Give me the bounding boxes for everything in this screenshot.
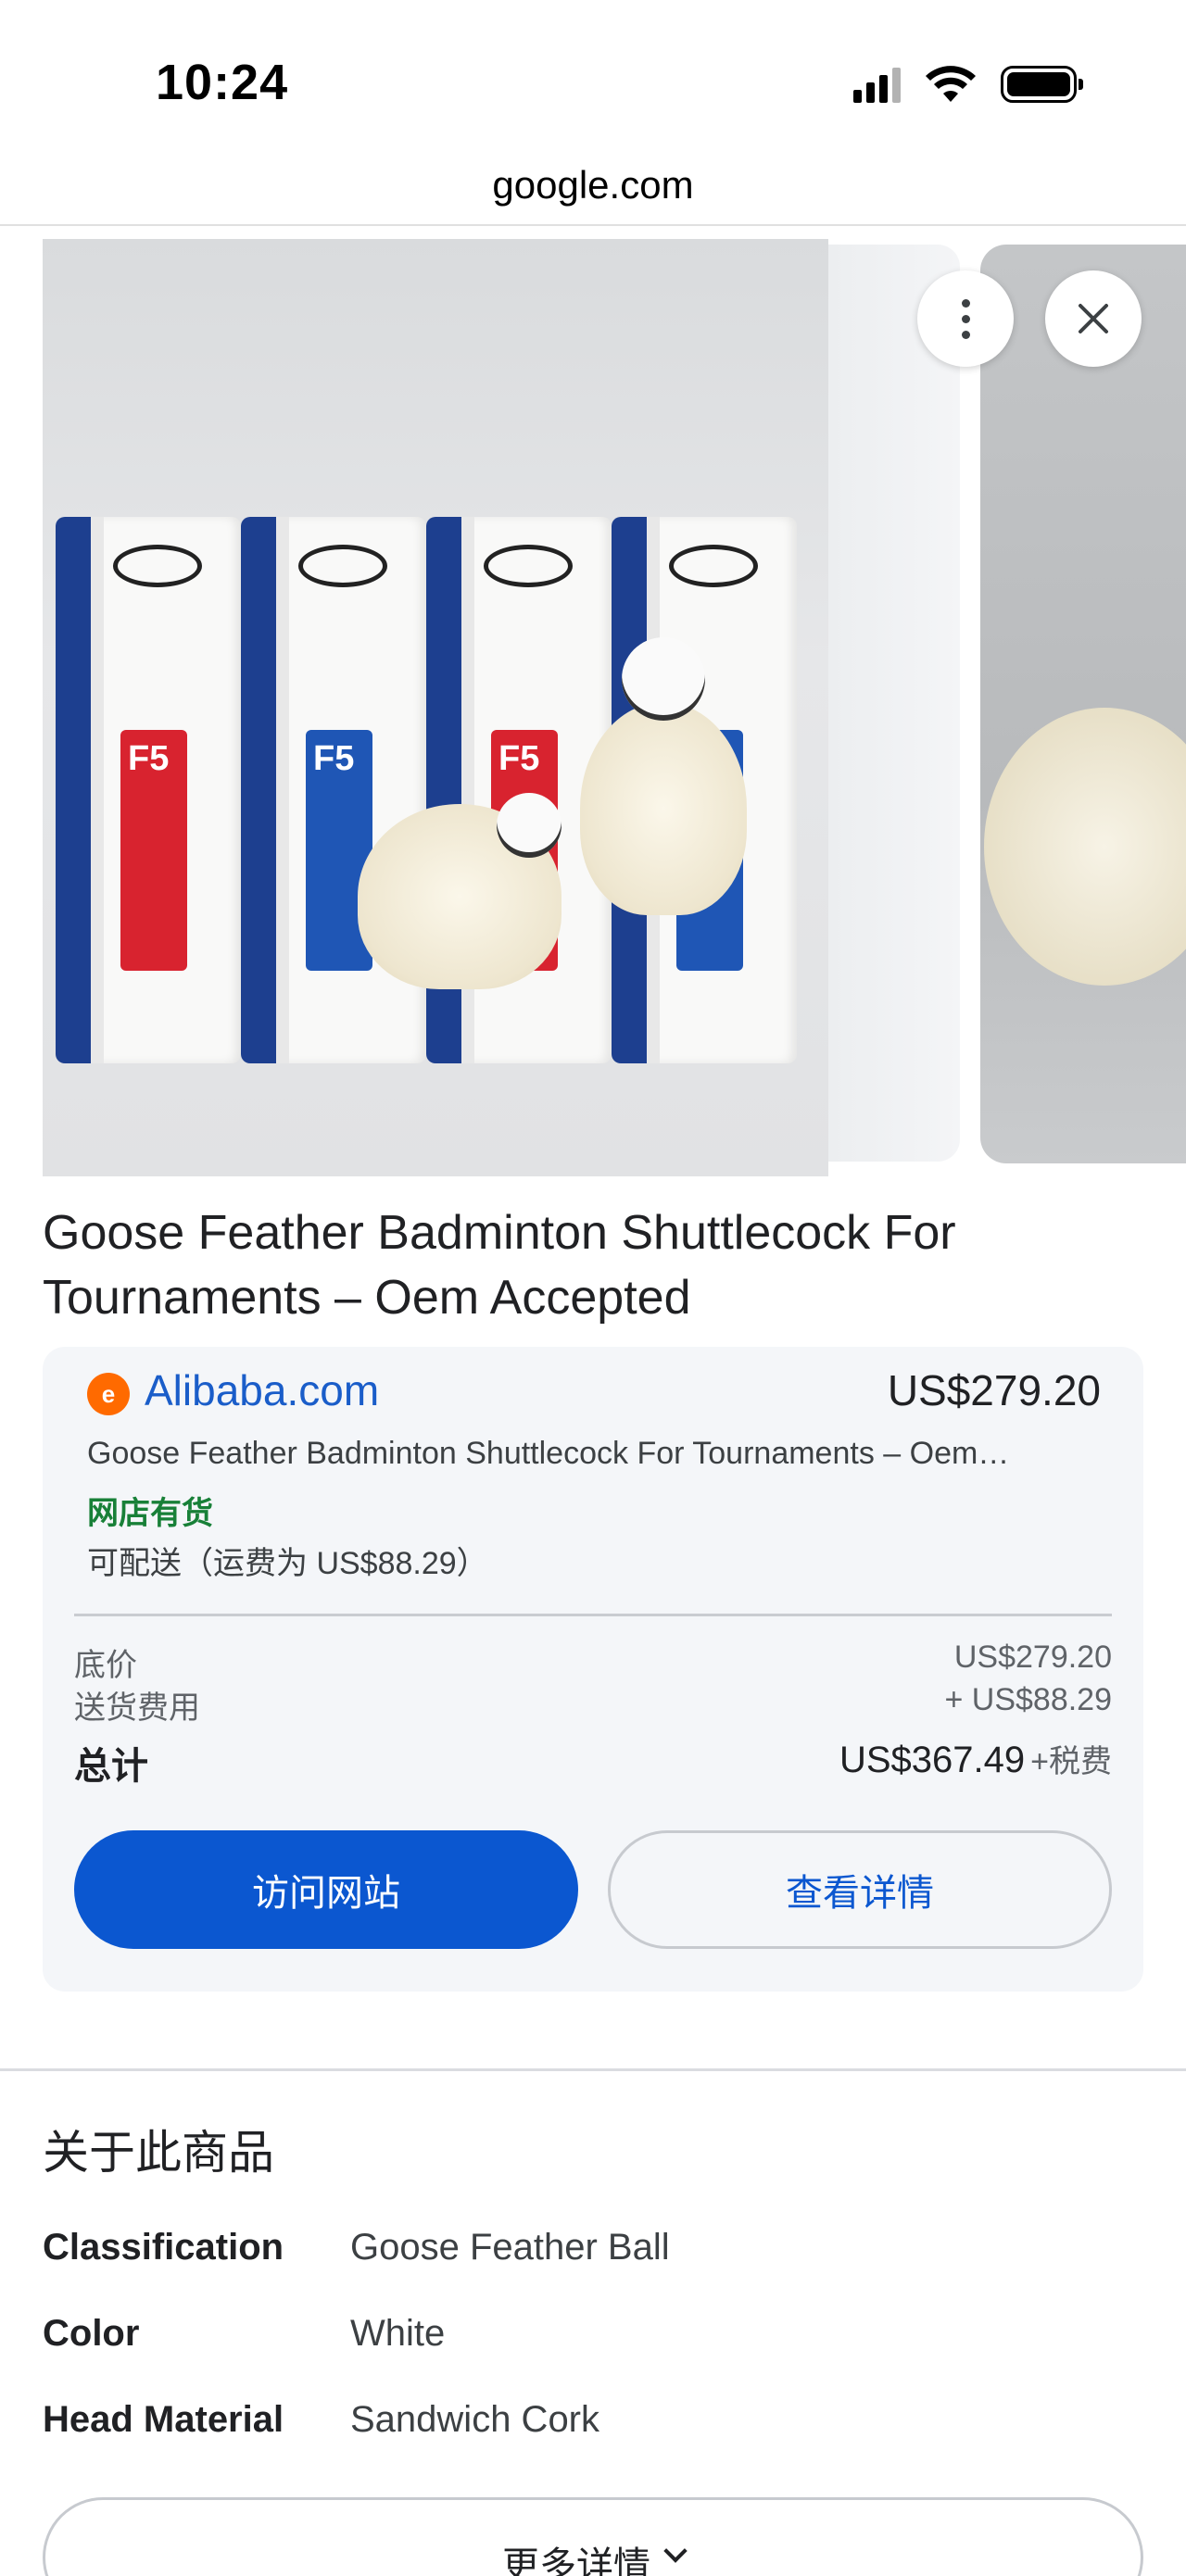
spec-value: Goose Feather Ball bbox=[350, 2227, 670, 2268]
merchant-link[interactable]: Alibaba.com bbox=[145, 1365, 379, 1415]
offer-description: Goose Feather Badminton Shuttlecock For … bbox=[87, 1436, 1010, 1471]
base-price-label: 底价 bbox=[74, 1648, 137, 1683]
header-divider bbox=[0, 224, 1186, 226]
battery-icon bbox=[1001, 66, 1083, 103]
shipping-cost-label: 送货费用 bbox=[74, 1690, 200, 1726]
product-title: Goose Feather Badminton Shuttlecock For … bbox=[43, 1206, 956, 1325]
shipping-info: 可配送（运费为 US$88.29） bbox=[87, 1546, 488, 1581]
stock-status: 网店有货 bbox=[87, 1496, 213, 1531]
spec-row: Color White bbox=[43, 2313, 1145, 2369]
adjacent-image-ghost bbox=[828, 245, 960, 1162]
spec-key: Color bbox=[43, 2313, 140, 2354]
signal-icon bbox=[853, 66, 901, 103]
about-heading: 关于此商品 bbox=[43, 2127, 274, 2179]
product-image[interactable]: F5 F5 F5 bbox=[43, 239, 828, 1176]
tube-label: F5 bbox=[128, 739, 170, 778]
status-time: 10:24 bbox=[156, 55, 289, 110]
card-divider bbox=[74, 1614, 1112, 1616]
offer-card: e Alibaba.com US$279.20 Goose Feather Ba… bbox=[43, 1347, 1143, 1992]
shuttlecock bbox=[571, 637, 756, 915]
total-value-group: US$367.49 +税费 bbox=[839, 1736, 1112, 1781]
spec-row: Head Material Sandwich Cork bbox=[43, 2399, 1145, 2455]
status-icons bbox=[853, 65, 1083, 104]
view-details-button[interactable]: 查看详情 bbox=[608, 1830, 1112, 1949]
base-price-value: US$279.20 bbox=[953, 1640, 1112, 1675]
more-vert-icon bbox=[961, 298, 970, 339]
spec-value: Sandwich Cork bbox=[350, 2399, 600, 2440]
chevron-down-icon bbox=[663, 2539, 688, 2563]
tube-label: F5 bbox=[313, 739, 355, 778]
tube-label: F5 bbox=[498, 739, 540, 778]
spec-value: White bbox=[350, 2313, 446, 2354]
total-label: 总计 bbox=[74, 1746, 148, 1787]
spec-row: Classification Goose Feather Ball bbox=[43, 2227, 1145, 2282]
more-options-button[interactable] bbox=[917, 270, 1014, 367]
spec-key: Classification bbox=[43, 2227, 284, 2268]
shuttle-tube: F5 bbox=[56, 517, 241, 1063]
visit-site-button[interactable]: 访问网站 bbox=[74, 1830, 578, 1949]
alibaba-logo-icon: e bbox=[87, 1373, 130, 1415]
section-divider bbox=[0, 2068, 1186, 2071]
more-details-button[interactable]: 更多详情 bbox=[43, 2497, 1143, 2576]
status-bar: 10:24 bbox=[0, 0, 1186, 148]
close-button[interactable] bbox=[1045, 270, 1142, 367]
shipping-cost-value: + US$88.29 bbox=[944, 1682, 1112, 1717]
spec-key: Head Material bbox=[43, 2399, 284, 2440]
address-bar-url[interactable]: google.com bbox=[0, 163, 1186, 207]
shuttlecock bbox=[358, 785, 580, 989]
image-carousel[interactable]: F5 F5 F5 bbox=[0, 237, 1186, 1178]
offer-price: US$279.20 bbox=[887, 1366, 1101, 1414]
total-value: US$367.49 bbox=[839, 1740, 1026, 1780]
close-icon bbox=[1079, 304, 1108, 333]
tax-note: +税费 bbox=[1030, 1744, 1112, 1779]
wifi-icon bbox=[926, 66, 976, 102]
next-product-image[interactable] bbox=[980, 245, 1186, 1163]
more-details-label: 更多详情 bbox=[502, 2545, 650, 2576]
